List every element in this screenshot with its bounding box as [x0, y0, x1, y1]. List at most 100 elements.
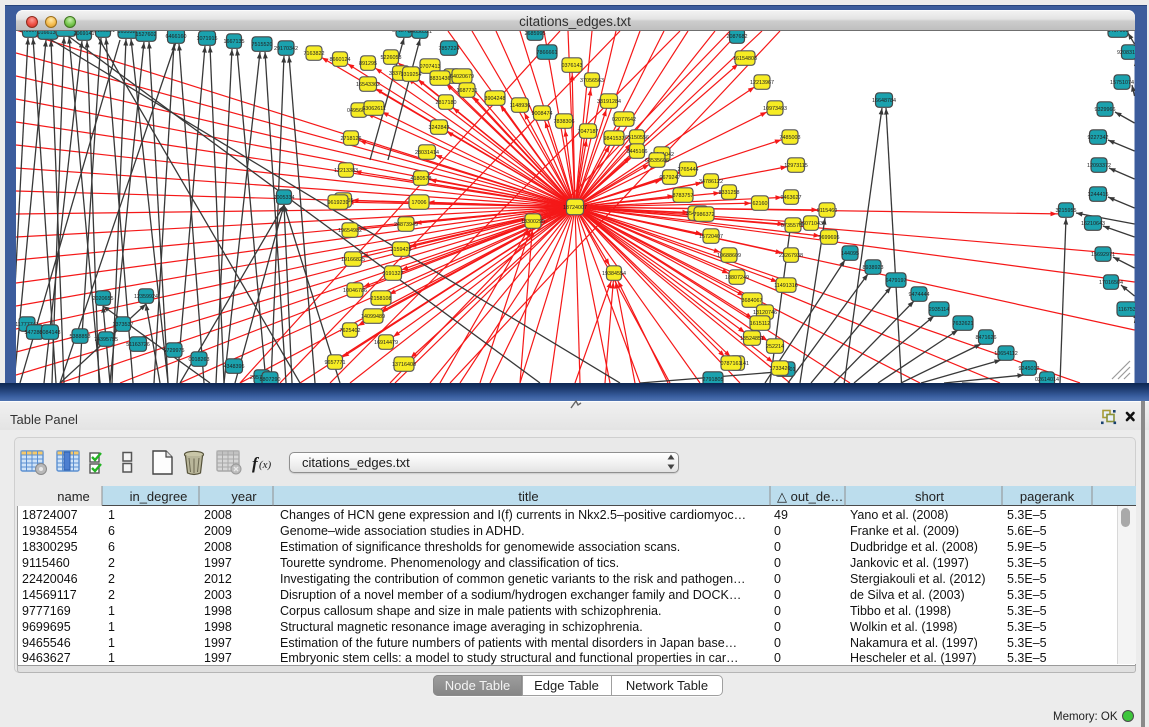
svg-text:8084148: 8084148 [40, 330, 61, 336]
svg-text:12359924: 12359924 [134, 294, 158, 300]
svg-text:7163822: 7163822 [304, 51, 325, 57]
svg-text:9841537: 9841537 [604, 136, 625, 142]
svg-text:2087682: 2087682 [727, 34, 748, 40]
svg-text:1148936: 1148936 [510, 103, 531, 109]
svg-text:1527602: 1527602 [136, 32, 157, 38]
svg-text:02614014: 02614014 [1035, 377, 1059, 383]
svg-text:252214: 252214 [766, 344, 784, 350]
svg-text:82199351: 82199351 [91, 31, 115, 34]
svg-text:24873949: 24873949 [394, 222, 418, 228]
svg-text:10046786: 10046786 [343, 288, 367, 294]
svg-text:10654112: 10654112 [994, 351, 1018, 357]
svg-text:16210643: 16210643 [1081, 221, 1105, 227]
svg-text:891295: 891295 [359, 61, 377, 67]
svg-text:0787161: 0787161 [721, 361, 742, 367]
svg-text:9699695: 9699695 [819, 235, 840, 241]
svg-text:8783757: 8783757 [673, 193, 694, 199]
svg-text:0679247: 0679247 [660, 175, 681, 181]
svg-text:18300295: 18300295 [521, 219, 545, 225]
svg-text:6466160: 6466160 [166, 34, 187, 40]
svg-text:0707413: 0707413 [420, 64, 441, 70]
svg-text:7515520: 7515520 [252, 42, 273, 48]
svg-text:3684067: 3684067 [742, 298, 763, 304]
svg-text:7838306: 7838306 [554, 119, 575, 125]
svg-text:9657771: 9657771 [325, 360, 346, 366]
svg-text:64020679: 64020679 [450, 74, 474, 80]
svg-text:7632621: 7632621 [953, 321, 974, 327]
svg-text:13716408: 13716408 [392, 362, 416, 368]
svg-text:17016504: 17016504 [1099, 280, 1123, 286]
svg-text:8831436: 8831436 [430, 76, 451, 82]
svg-text:2765444: 2765444 [678, 167, 699, 173]
svg-text:0376143: 0376143 [562, 63, 583, 69]
svg-text:34786122: 34786122 [699, 179, 723, 185]
svg-text:13120746: 13120746 [753, 310, 777, 316]
svg-text:1615112: 1615112 [750, 321, 771, 327]
svg-text:16914479: 16914479 [374, 340, 398, 346]
svg-text:9619239: 9619239 [328, 200, 349, 206]
svg-text:9729975: 9729975 [164, 348, 185, 354]
svg-text:9115460: 9115460 [817, 208, 838, 214]
svg-text:7857224: 7857224 [439, 46, 460, 52]
svg-text:1417058: 1417058 [1108, 31, 1129, 34]
svg-text:13524851: 13524851 [740, 336, 764, 342]
svg-text:9474444: 9474444 [909, 292, 930, 298]
svg-text:17006: 17006 [412, 200, 427, 206]
svg-text:9463627: 9463627 [781, 195, 802, 201]
svg-text:63062611: 63062611 [362, 106, 386, 112]
svg-text:06071043: 06071043 [799, 221, 823, 227]
svg-text:4348395: 4348395 [224, 364, 245, 370]
svg-text:12973115: 12973115 [784, 163, 808, 169]
svg-text:7485003: 7485003 [780, 135, 801, 141]
svg-text:144095: 144095 [841, 251, 859, 257]
svg-text:16543362: 16543362 [356, 82, 380, 88]
svg-text:23267938: 23267938 [779, 253, 803, 259]
svg-text:02077642: 02077642 [612, 117, 636, 123]
svg-text:7047187: 7047187 [578, 129, 599, 135]
svg-text:1667135: 1667135 [224, 39, 245, 45]
svg-text:15751074: 15751074 [1110, 80, 1134, 86]
svg-text:2817180: 2817180 [436, 100, 457, 106]
svg-text:9245012: 9245012 [1019, 366, 1040, 372]
svg-text:8807290: 8807290 [260, 377, 281, 383]
svg-text:3242843: 3242843 [429, 125, 450, 131]
svg-text:2685995: 2685995 [525, 31, 546, 37]
svg-text:19654982: 19654982 [338, 228, 362, 234]
svg-text:51163726: 51163726 [126, 342, 150, 348]
svg-text:62160: 62160 [753, 201, 768, 207]
svg-text:16648784: 16648784 [872, 98, 896, 104]
svg-text:6479197: 6479197 [886, 278, 907, 284]
svg-text:10688609: 10688609 [717, 253, 741, 259]
svg-text:2791805: 2791805 [703, 377, 724, 383]
svg-text:11491316: 11491316 [774, 283, 798, 289]
svg-text:33191284: 33191284 [597, 99, 621, 105]
svg-text:2718126: 2718126 [341, 136, 362, 142]
svg-text:2935114: 2935114 [929, 307, 950, 313]
svg-text:84656321: 84656321 [408, 31, 432, 35]
svg-text:2005334: 2005334 [274, 195, 295, 201]
svg-text:1071915: 1071915 [197, 36, 218, 42]
svg-text:2158108: 2158108 [371, 296, 392, 302]
svg-text:15720407: 15720407 [699, 234, 723, 240]
svg-text:1687731: 1687731 [457, 88, 478, 94]
svg-text:9329966: 9329966 [1095, 107, 1116, 113]
svg-text:19166825: 19166825 [341, 257, 365, 263]
svg-text:74395755: 74395755 [94, 337, 118, 343]
svg-text:0018263: 0018263 [189, 357, 210, 363]
svg-text:68535606: 68535606 [645, 158, 669, 164]
svg-text:8660124: 8660124 [330, 57, 351, 63]
svg-text:8331258: 8331258 [719, 190, 740, 196]
svg-text:28031414: 28031414 [415, 150, 439, 156]
svg-text:1373537: 1373537 [113, 322, 134, 328]
svg-text:1733426: 1733426 [770, 366, 791, 372]
svg-text:4180578: 4180578 [411, 176, 432, 182]
svg-text:1244415: 1244415 [1088, 192, 1109, 198]
svg-text:0445166: 0445166 [627, 149, 648, 155]
svg-text:9227342: 9227342 [1088, 135, 1109, 141]
svg-text:9008474: 9008474 [532, 111, 553, 117]
svg-text:5226058: 5226058 [381, 55, 402, 61]
svg-text:18724007: 18724007 [563, 205, 587, 211]
svg-text:10973493: 10973493 [763, 106, 787, 112]
svg-text:12093372: 12093372 [1087, 163, 1111, 169]
svg-text:7866661: 7866661 [537, 50, 558, 56]
